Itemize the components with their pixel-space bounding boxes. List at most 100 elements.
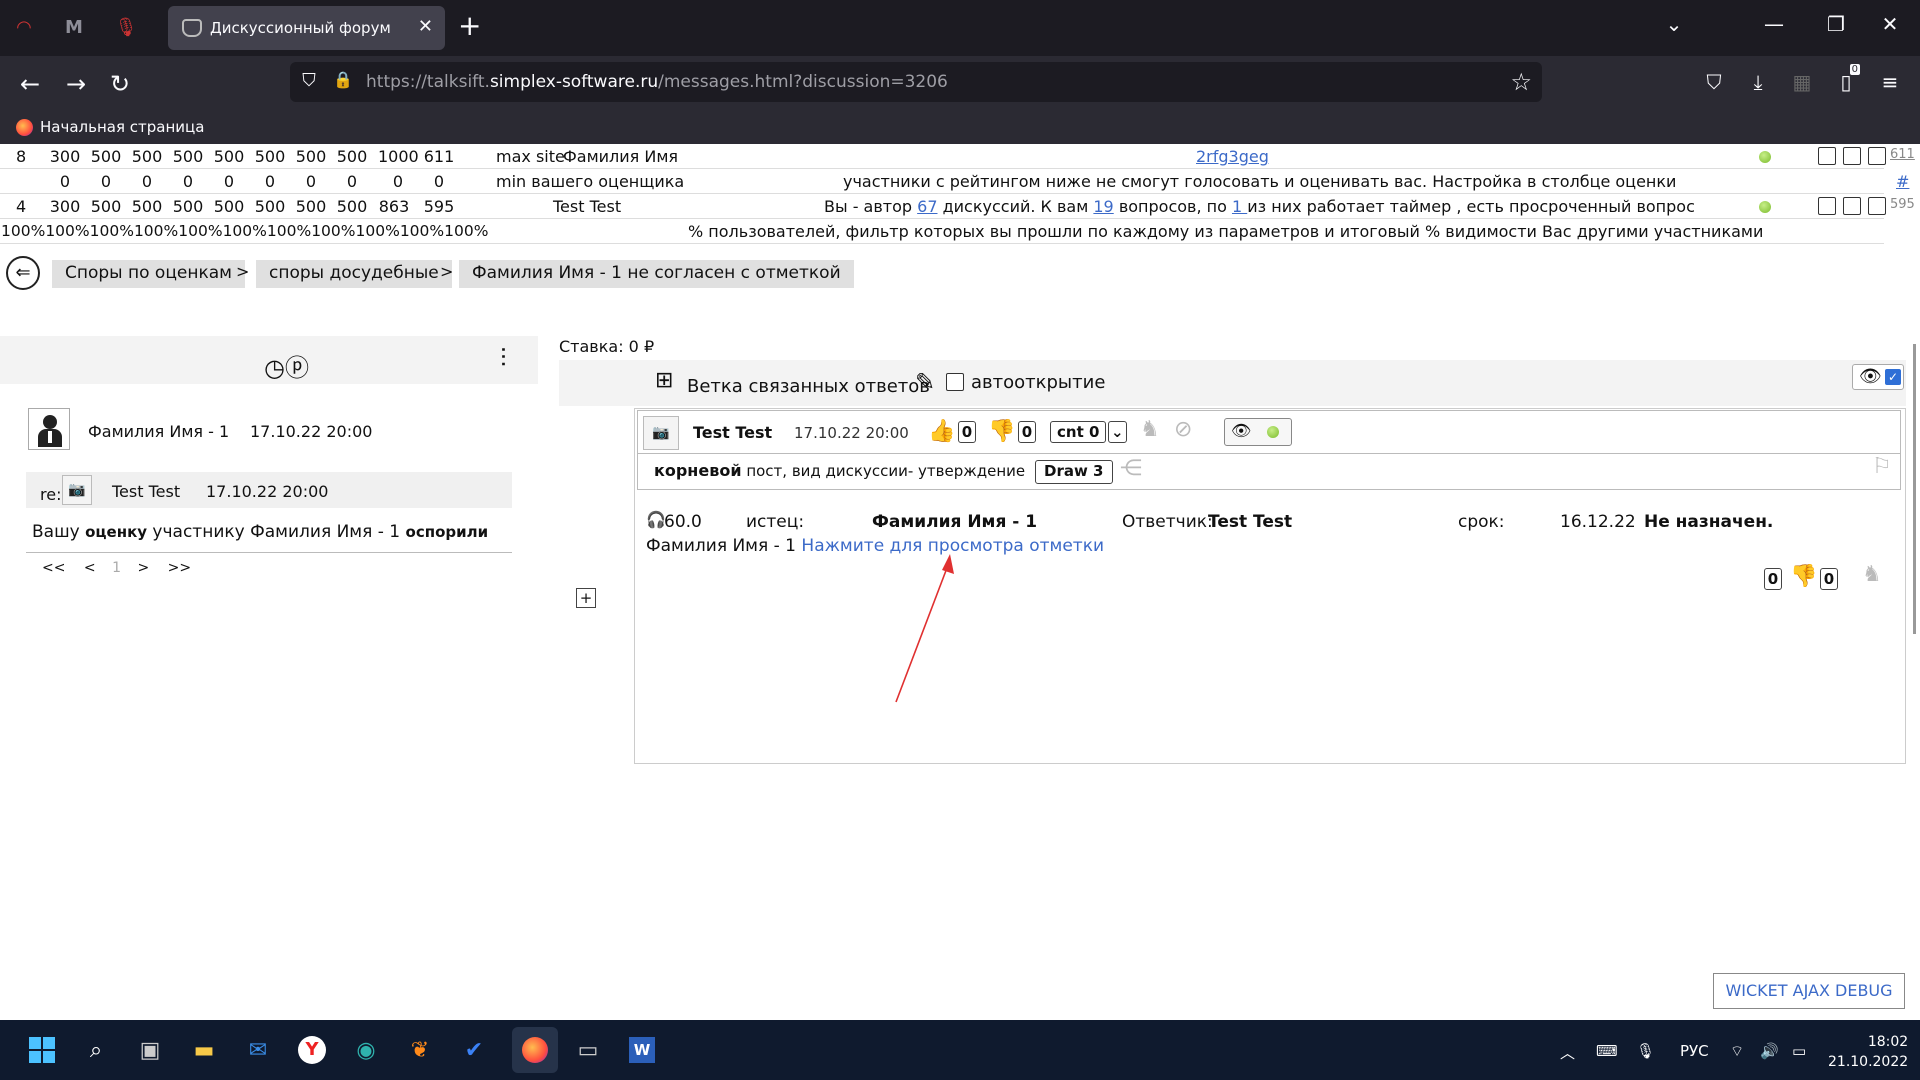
- mic-icon[interactable]: 🎙: [1636, 1042, 1655, 1060]
- post-author[interactable]: Test Test: [693, 423, 772, 442]
- eye-icon: 👁: [1231, 421, 1252, 440]
- back-button[interactable]: ←: [14, 68, 46, 100]
- wicket-debug-button[interactable]: WICKET AJAX DEBUG: [1713, 973, 1905, 1009]
- tab-forum[interactable]: Дискуссионный форум ✕: [168, 6, 445, 50]
- row-checkbox[interactable]: [1843, 147, 1861, 165]
- tree-icon[interactable]: ⊞: [655, 368, 673, 393]
- wifi-icon[interactable]: ⌔: [1730, 1042, 1744, 1061]
- search-icon[interactable]: ⌕: [78, 1032, 114, 1068]
- reply-author: Test Test: [112, 482, 181, 501]
- view-toggle[interactable]: 👁: [1224, 418, 1292, 446]
- system-clock[interactable]: 18:02 21.10.2022: [1828, 1032, 1908, 1072]
- dislike-icon[interactable]: 👎: [988, 419, 1015, 444]
- draw-button[interactable]: Draw 3: [1035, 460, 1113, 484]
- like-icon[interactable]: 👍: [928, 419, 955, 444]
- flag-icon[interactable]: ⚐: [1872, 454, 1892, 479]
- volume-icon[interactable]: 🔊: [1760, 1042, 1779, 1060]
- minimize-button[interactable]: —: [1758, 12, 1790, 36]
- pocket-icon[interactable]: ⛉: [1700, 70, 1728, 94]
- menu-icon[interactable]: ≡: [1876, 70, 1904, 94]
- message-author[interactable]: Фамилия Имя - 1: [88, 422, 229, 441]
- tab-list-icon[interactable]: ⌄: [1658, 12, 1690, 36]
- term-date: 16.12.22: [1560, 512, 1636, 532]
- pager-next[interactable]: >: [137, 560, 149, 576]
- breadcrumb-current[interactable]: Фамилия Имя - 1 не согласен с отметкой: [459, 260, 854, 288]
- app-orange-icon[interactable]: ❦: [402, 1032, 438, 1068]
- page-scrollbar[interactable]: [1913, 344, 1916, 634]
- row-checkbox[interactable]: [1818, 147, 1836, 165]
- hide-eye-icon[interactable]: ⊘: [1174, 417, 1192, 442]
- row-end-link[interactable]: 611: [1890, 147, 1915, 162]
- row-label: max site: [496, 147, 565, 166]
- autoopen-checkbox[interactable]: [946, 373, 964, 391]
- mail-icon[interactable]: M: [62, 15, 86, 39]
- pager-prev[interactable]: <: [84, 560, 96, 576]
- row-checkbox[interactable]: [1818, 197, 1836, 215]
- breadcrumb-disputes[interactable]: Споры по оценкам: [52, 260, 245, 288]
- new-tab-button[interactable]: +: [458, 10, 481, 42]
- start-windows-icon[interactable]: [24, 1032, 60, 1068]
- yandex-browser-icon[interactable]: Y: [294, 1032, 330, 1068]
- cnt-counter[interactable]: cnt 0: [1050, 421, 1107, 443]
- pager-first[interactable]: <<: [42, 560, 65, 576]
- row-checkbox[interactable]: [1868, 197, 1886, 215]
- discussions-count-link[interactable]: 67: [917, 197, 937, 216]
- address-bar[interactable]: ⛉ 🔒 https://talksift.simplex-software.ru…: [290, 62, 1542, 102]
- filter-sliders-icon[interactable]: ⫶: [500, 344, 507, 375]
- dog-icon[interactable]: ♞: [1140, 417, 1160, 442]
- eye-toggle[interactable]: 👁 ✓: [1852, 364, 1904, 390]
- bookmark-home[interactable]: Начальная страница: [40, 118, 204, 136]
- edge-icon[interactable]: ◉: [348, 1032, 384, 1068]
- share-icon[interactable]: ⋲: [1120, 456, 1142, 481]
- word-icon[interactable]: W: [624, 1032, 660, 1068]
- back-arrow-icon[interactable]: ⇐: [6, 256, 40, 290]
- questions-count-link[interactable]: 19: [1093, 197, 1113, 216]
- mail-icon[interactable]: ✉: [240, 1032, 276, 1068]
- lock-icon[interactable]: 🔒: [332, 70, 354, 94]
- todo-check-icon[interactable]: ✔: [456, 1032, 492, 1068]
- close-window-button[interactable]: ✕: [1874, 12, 1906, 36]
- firefox-taskbar-icon[interactable]: [512, 1027, 558, 1073]
- reload-button[interactable]: ↻: [104, 68, 136, 100]
- avatar[interactable]: [28, 408, 70, 450]
- dog-icon[interactable]: ♞: [1862, 562, 1882, 587]
- history-clock-icon[interactable]: ◷ⓟ: [264, 348, 309, 383]
- pager: << < 1 > >>: [42, 560, 191, 576]
- tray-chevron-icon[interactable]: ︿: [1560, 1042, 1575, 1063]
- like-count: 0: [958, 421, 976, 443]
- restore-button[interactable]: ❐: [1820, 12, 1852, 36]
- row-checkbox[interactable]: [1868, 147, 1886, 165]
- task-view-icon[interactable]: ▣: [132, 1032, 168, 1068]
- downloads-icon[interactable]: ⤓: [1744, 70, 1772, 94]
- visible-checkbox[interactable]: ✓: [1885, 369, 1901, 385]
- battery-icon[interactable]: ▭: [1792, 1042, 1806, 1060]
- forward-button[interactable]: →: [60, 68, 92, 100]
- reply-row[interactable]: re: 📷 Test Test 17.10.22 20:00: [26, 472, 512, 508]
- breadcrumb-pretrial[interactable]: споры досудебные: [256, 260, 452, 288]
- timer-count-link[interactable]: 1: [1232, 197, 1247, 216]
- row-name: Test Test: [553, 197, 622, 216]
- close-tab-icon[interactable]: ✕: [418, 16, 433, 37]
- language-indicator[interactable]: РУС: [1680, 1042, 1709, 1060]
- defendant-name[interactable]: Test Test: [1208, 512, 1292, 532]
- settings-hash-link[interactable]: #: [1896, 172, 1909, 191]
- row-checkbox[interactable]: [1843, 197, 1861, 215]
- pager-last[interactable]: >>: [168, 560, 191, 576]
- url-text[interactable]: https://talksift.simplex-software.ru/mes…: [366, 72, 948, 92]
- file-explorer-icon[interactable]: ▬: [186, 1032, 222, 1068]
- shield-icon[interactable]: ⛉: [298, 70, 320, 94]
- pencil-icon[interactable]: ✎: [915, 368, 935, 396]
- user-code-link[interactable]: 2rfg3geg: [1196, 147, 1269, 166]
- expand-plus-button[interactable]: +: [576, 588, 596, 608]
- tab-counter-icon[interactable]: ▯ 0: [1832, 64, 1860, 94]
- dislike-icon[interactable]: 👎: [1790, 564, 1817, 589]
- keyboard-icon[interactable]: ⌨: [1596, 1042, 1618, 1060]
- mic-audio-icon[interactable]: 🎙: [114, 15, 138, 39]
- bookmark-star-icon[interactable]: ☆: [1510, 68, 1532, 96]
- plaintiff-name[interactable]: Фамилия Имя - 1: [872, 512, 1037, 532]
- dispute-message[interactable]: Вашу оценку участнику Фамилия Имя - 1 ос…: [32, 522, 488, 542]
- pinned-app-icon[interactable]: ◠: [12, 15, 36, 39]
- extension-icon[interactable]: ▦: [1788, 70, 1816, 94]
- terminal-icon[interactable]: ▭: [570, 1032, 606, 1068]
- chevron-down-icon[interactable]: ⌄: [1108, 421, 1127, 443]
